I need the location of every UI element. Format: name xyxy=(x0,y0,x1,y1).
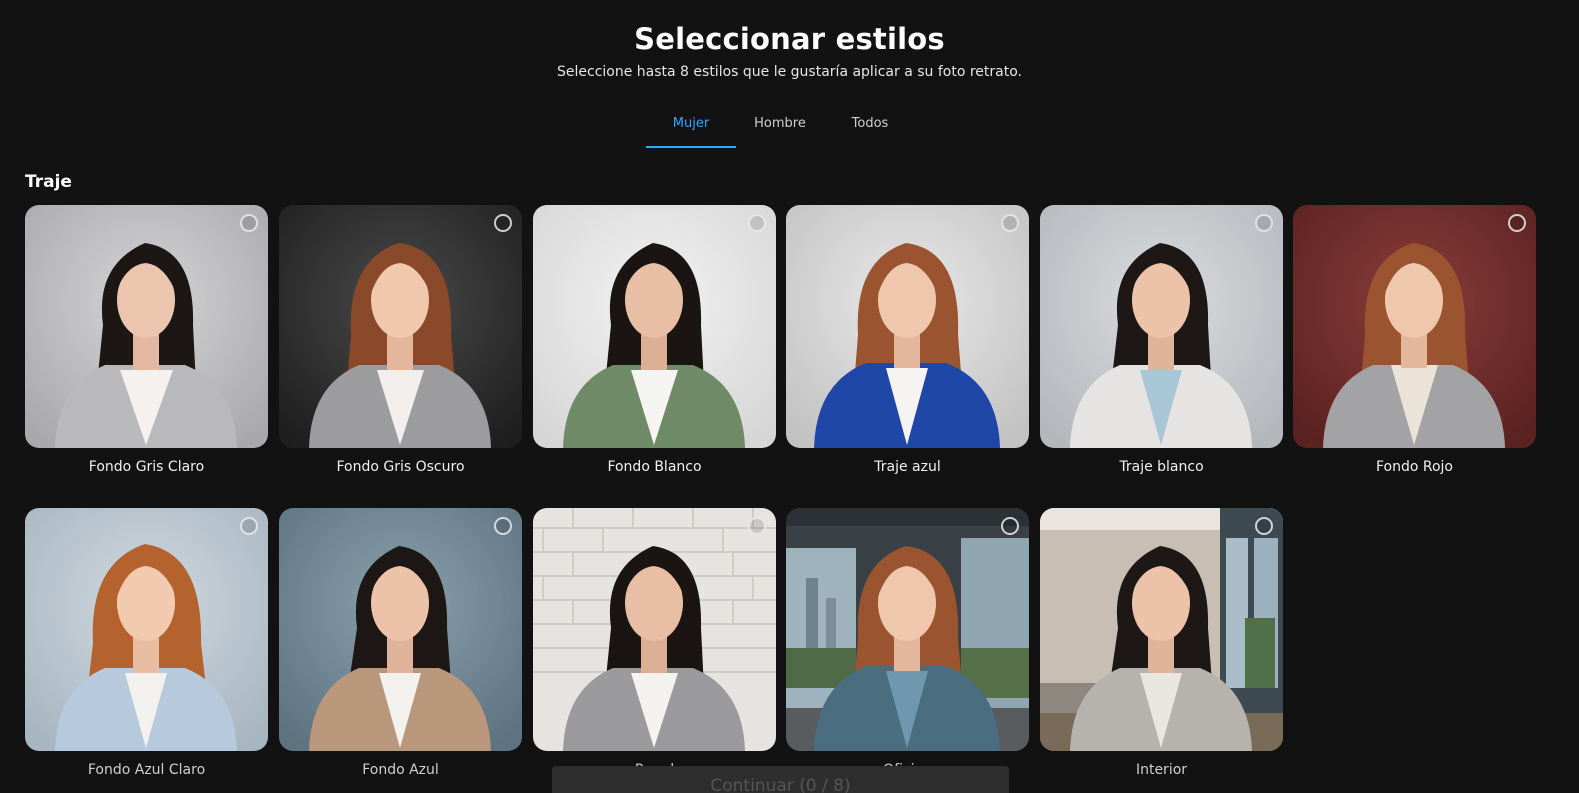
section-title: Traje xyxy=(25,172,72,192)
style-card-fondo-blanco[interactable]: Fondo Blanco xyxy=(533,205,776,477)
style-card-traje-blanco[interactable]: Traje blanco xyxy=(1040,205,1283,477)
style-label: Traje blanco xyxy=(1119,459,1204,475)
select-radio[interactable] xyxy=(1001,214,1019,232)
tab-hombre-label: Hombre xyxy=(754,116,806,131)
select-radio[interactable] xyxy=(494,517,512,535)
style-card-fondo-gris-oscuro[interactable]: Fondo Gris Oscuro xyxy=(279,205,522,477)
page-subtitle: Seleccione hasta 8 estilos que le gustar… xyxy=(557,64,1022,80)
style-card-oficina[interactable]: Oficina xyxy=(786,508,1029,780)
select-radio[interactable] xyxy=(1001,517,1019,535)
style-card-fondo-azul-claro[interactable]: Fondo Azul Claro xyxy=(25,508,268,780)
style-label: Fondo Blanco xyxy=(607,459,702,475)
portrait-image xyxy=(25,508,268,751)
portrait-image xyxy=(533,508,776,751)
style-card-fondo-rojo[interactable]: Fondo Rojo xyxy=(1293,205,1536,477)
select-radio[interactable] xyxy=(748,214,766,232)
portrait-image xyxy=(25,205,268,448)
style-label: Traje azul xyxy=(874,459,941,475)
portrait-image xyxy=(1040,508,1283,751)
select-radio[interactable] xyxy=(1255,214,1273,232)
style-card-fondo-azul[interactable]: Fondo Azul xyxy=(279,508,522,780)
select-radio[interactable] xyxy=(240,214,258,232)
portrait-image xyxy=(279,205,522,448)
portrait-image xyxy=(1040,205,1283,448)
portrait-image xyxy=(279,508,522,751)
tab-todos[interactable]: Todos xyxy=(834,108,906,148)
style-card-fondo-gris-claro[interactable]: Fondo Gris Claro xyxy=(25,205,268,477)
style-label: Fondo Gris Oscuro xyxy=(336,459,465,475)
style-card-pared[interactable]: Pared xyxy=(533,508,776,780)
portrait-image xyxy=(533,205,776,448)
style-label: Fondo Azul Claro xyxy=(87,762,206,778)
tab-todos-label: Todos xyxy=(851,116,889,131)
tab-mujer-label: Mujer xyxy=(672,116,710,131)
style-selection-page: Seleccionar estilos Seleccione hasta 8 e… xyxy=(0,0,1579,793)
select-radio[interactable] xyxy=(1255,517,1273,535)
tab-mujer[interactable]: Mujer xyxy=(646,108,736,148)
tab-hombre[interactable]: Hombre xyxy=(740,108,820,148)
style-label: Fondo Gris Claro xyxy=(88,459,205,475)
style-card-interior[interactable]: Interior xyxy=(1040,508,1283,780)
tab-active-indicator xyxy=(646,146,736,148)
style-card-traje-azul[interactable]: Traje azul xyxy=(786,205,1029,477)
select-radio[interactable] xyxy=(494,214,512,232)
select-radio[interactable] xyxy=(240,517,258,535)
gender-tabs: Mujer Hombre Todos xyxy=(0,108,1579,150)
select-radio[interactable] xyxy=(748,517,766,535)
style-label: Interior xyxy=(1135,762,1188,778)
portrait-image xyxy=(786,205,1029,448)
select-radio[interactable] xyxy=(1508,214,1526,232)
page-title: Seleccionar estilos xyxy=(634,22,945,56)
portrait-image xyxy=(1293,205,1536,448)
continue-button[interactable]: Continuar (0 / 8) xyxy=(552,766,1009,793)
style-label: Fondo Azul xyxy=(362,762,439,778)
style-label: Fondo Rojo xyxy=(1375,459,1453,475)
portrait-image xyxy=(786,508,1029,751)
